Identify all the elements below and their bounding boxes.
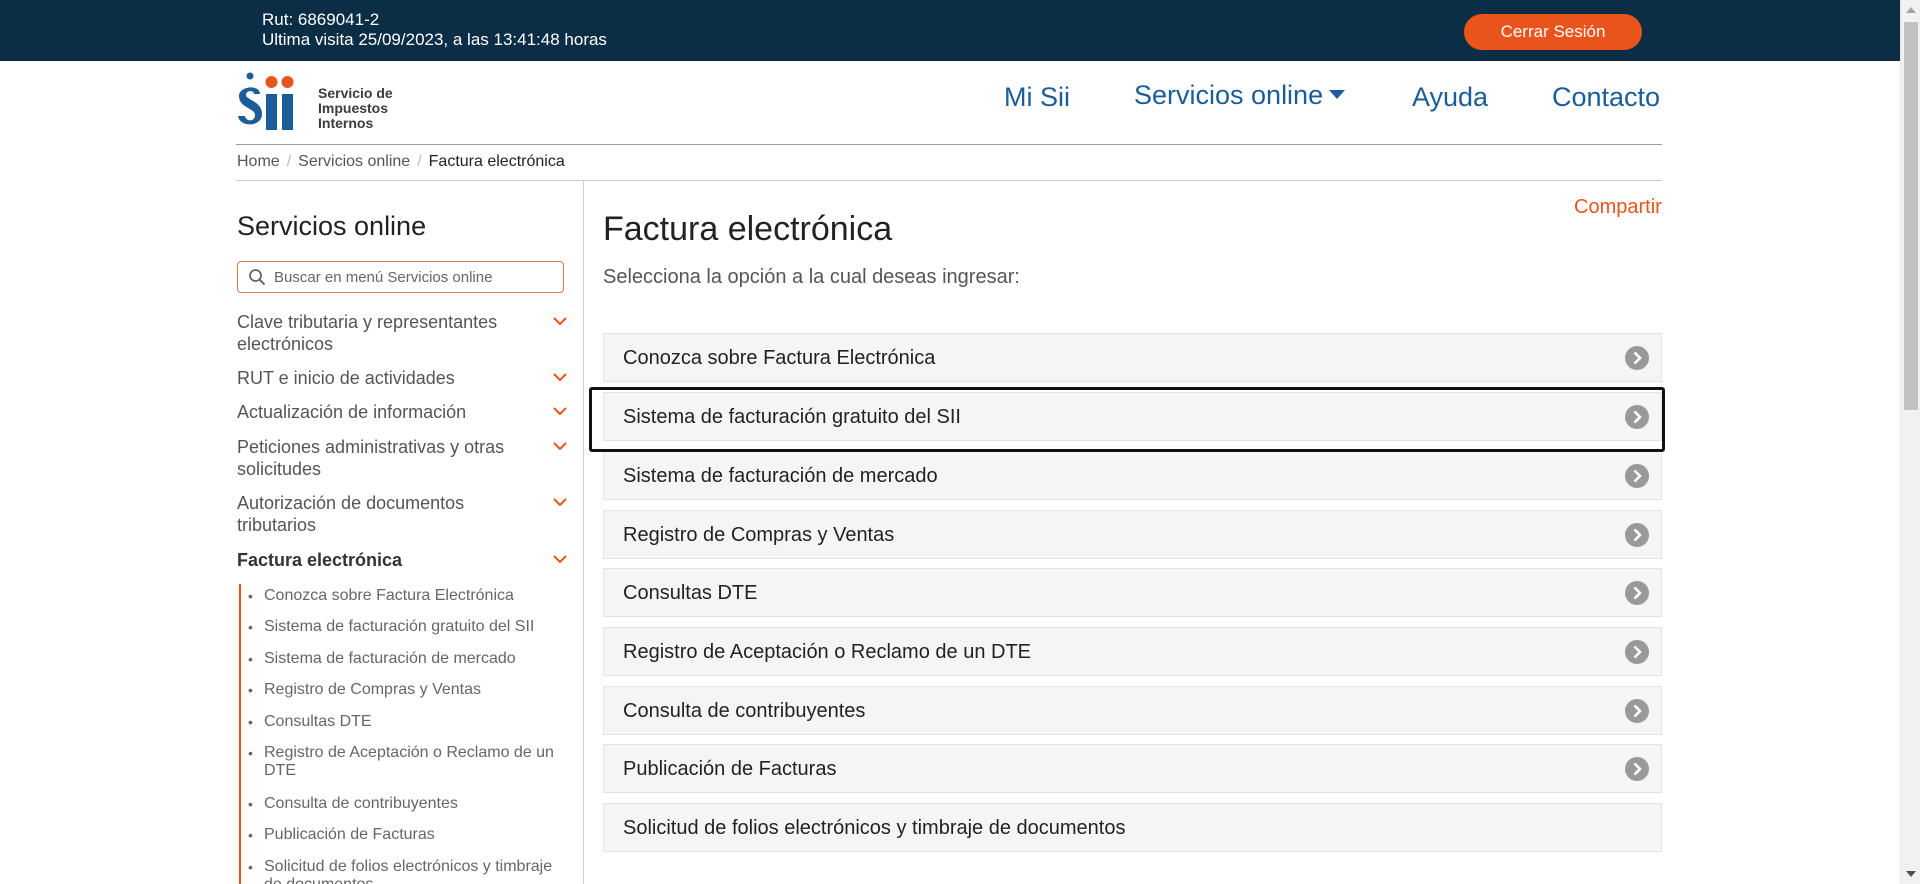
arrow-right-circle-icon — [1625, 464, 1649, 488]
breadcrumb-servicios-online[interactable]: Servicios online — [298, 153, 410, 170]
nav-mi-sii[interactable]: Mi Sii — [1004, 82, 1070, 113]
chevron-down-icon — [553, 317, 567, 326]
option-conozca-factura[interactable]: Conozca sobre Factura Electrónica — [603, 333, 1662, 382]
arrow-right-circle-icon — [1625, 581, 1649, 605]
scroll-down-icon[interactable] — [1906, 871, 1916, 877]
sidebar-item-peticiones[interactable]: Peticiones administrativas y otras solic… — [237, 436, 577, 480]
arrow-right-circle-icon — [1625, 640, 1649, 664]
chevron-down-icon — [553, 498, 567, 507]
arrow-right-circle-icon — [1625, 405, 1649, 429]
logo-text: Servicio de Impuestos Internos — [318, 85, 393, 131]
caret-down-icon — [1329, 90, 1346, 99]
top-bar: Rut: 6869041-2 Ultima visita 25/09/2023,… — [0, 0, 1900, 61]
sii-logo[interactable]: Servicio de Impuestos Internos — [236, 72, 406, 134]
sii-logo-icon — [238, 72, 294, 130]
submenu-accent-line — [239, 584, 241, 884]
breadcrumb-divider — [236, 180, 1662, 181]
sidebar-search[interactable] — [237, 261, 564, 293]
chevron-down-icon — [553, 442, 567, 451]
submenu-item[interactable]: • Solicitud de folios electrónicos y timb… — [248, 858, 578, 884]
scroll-up-icon[interactable] — [1906, 7, 1916, 13]
sidebar-item-rut[interactable]: RUT e inicio de actividades — [237, 367, 577, 389]
chevron-down-icon — [553, 555, 567, 564]
option-solicitud-folios[interactable]: Solicitud de folios electrónicos y timbr… — [603, 803, 1662, 852]
last-visit: Ultima visita 25/09/2023, a las 13:41:48… — [262, 30, 607, 49]
sidebar-item-factura-electronica[interactable]: Factura electrónica — [237, 549, 577, 571]
sidebar-item-actualizacion[interactable]: Actualización de información — [237, 401, 577, 423]
option-publicacion-facturas[interactable]: Publicación de Facturas — [603, 744, 1662, 793]
chevron-down-icon — [553, 407, 567, 416]
arrow-right-circle-icon — [1625, 346, 1649, 370]
page-scrollbar[interactable] — [1900, 0, 1920, 884]
option-sistema-mercado[interactable]: Sistema de facturación de mercado — [603, 451, 1662, 500]
header-divider — [236, 144, 1662, 145]
sidebar-item-autorizacion[interactable]: Autorización de documentos tributarios — [237, 492, 577, 536]
sidebar-divider — [583, 181, 584, 884]
submenu-item[interactable]: • Registro de Compras y Ventas — [248, 681, 578, 699]
page-subtitle: Selecciona la opción a la cual deseas in… — [603, 266, 1020, 288]
submenu-item[interactable]: • Sistema de facturación gratuito del SII — [248, 618, 578, 636]
submenu-item[interactable]: • Consultas DTE — [248, 713, 578, 731]
arrow-right-circle-icon — [1625, 757, 1649, 781]
user-rut: Rut: 6869041-2 — [262, 10, 380, 29]
option-consultas-dte[interactable]: Consultas DTE — [603, 568, 1662, 617]
breadcrumb: Home / Servicios online / Factura electrónic… — [237, 153, 565, 170]
submenu-item[interactable]: • Sistema de facturación de mercado — [248, 650, 578, 668]
search-icon — [249, 269, 266, 286]
chevron-down-icon — [553, 373, 567, 382]
page-title: Factura electrónica — [603, 210, 893, 248]
sidebar-search-input[interactable] — [274, 266, 554, 288]
arrow-right-circle-icon — [1625, 699, 1649, 723]
nav-ayuda[interactable]: Ayuda — [1412, 82, 1488, 113]
nav-servicios-online[interactable]: Servicios online — [1134, 80, 1346, 111]
option-registro-compras-ventas[interactable]: Registro de Compras y Ventas — [603, 510, 1662, 559]
share-link[interactable]: Compartir — [1574, 196, 1662, 219]
sidebar-title: Servicios online — [237, 211, 427, 241]
arrow-right-circle-icon — [1625, 523, 1649, 547]
user-info: Rut: 6869041-2 Ultima visita 25/09/2023,… — [262, 10, 607, 50]
option-consulta-contribuyentes[interactable]: Consulta de contribuyentes — [603, 686, 1662, 735]
scrollbar-thumb[interactable] — [1904, 22, 1918, 410]
breadcrumb-current: Factura electrónica — [428, 153, 565, 170]
submenu-item[interactable]: • Registro de Aceptación o Reclamo de un … — [248, 744, 578, 780]
submenu-item[interactable]: • Consulta de contribuyentes — [248, 795, 578, 813]
submenu-item[interactable]: • Publicación de Facturas — [248, 826, 578, 844]
option-sistema-gratuito[interactable]: Sistema de facturación gratuito del SII — [603, 392, 1662, 441]
sidebar-item-clave-tributaria[interactable]: Clave tributaria y representantes electr… — [237, 311, 577, 355]
nav-contacto[interactable]: Contacto — [1552, 82, 1660, 113]
submenu-item[interactable]: • Conozca sobre Factura Electrónica — [248, 587, 578, 605]
logout-button[interactable]: Cerrar Sesión — [1464, 14, 1642, 50]
breadcrumb-home[interactable]: Home — [237, 153, 280, 170]
option-aceptacion-reclamo[interactable]: Registro de Aceptación o Reclamo de un D… — [603, 627, 1662, 676]
